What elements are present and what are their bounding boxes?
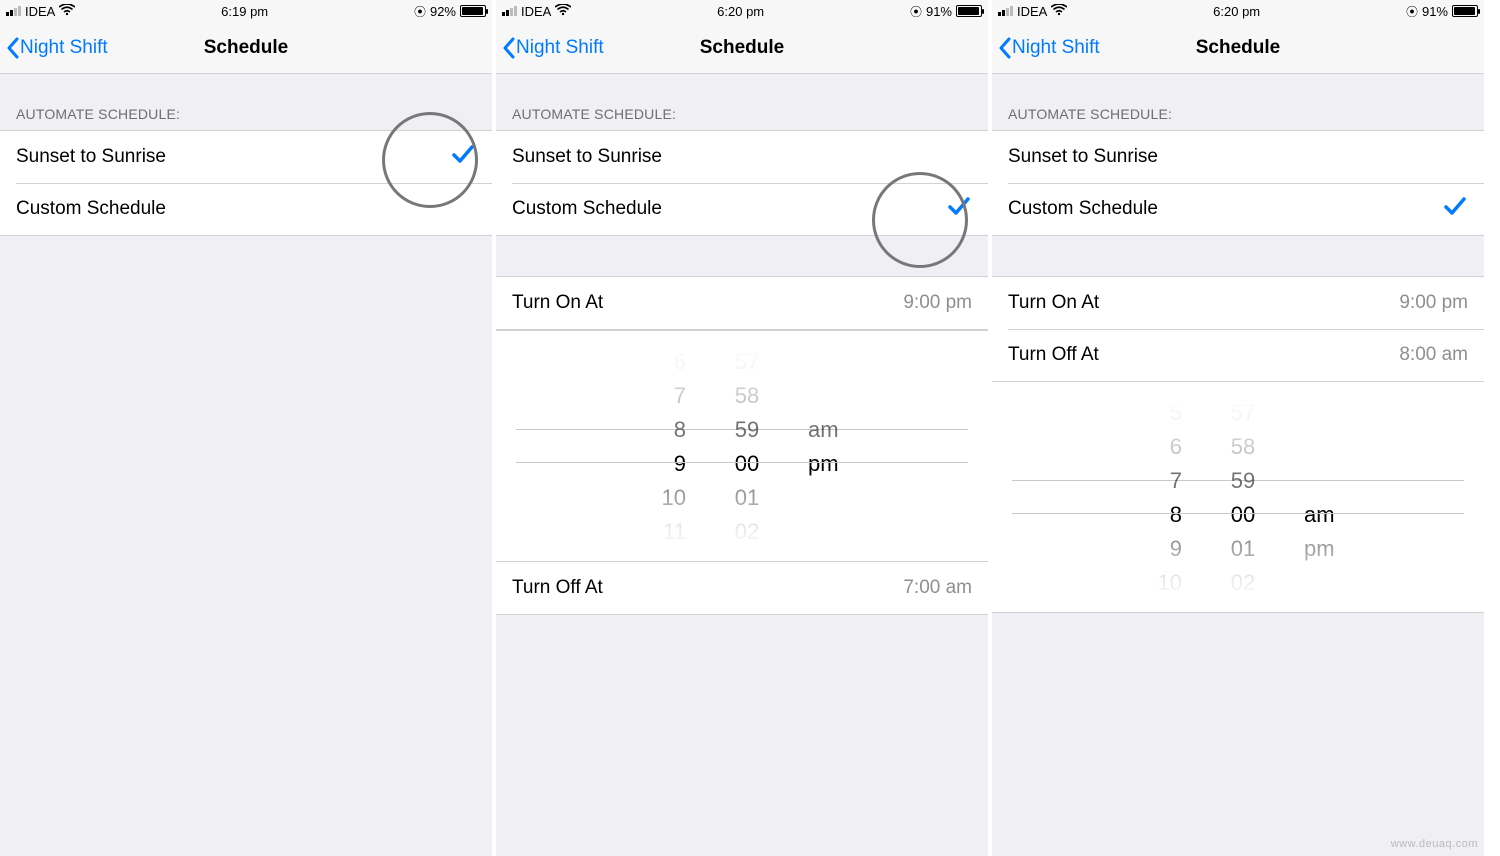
alarm-icon: ⦿ <box>1406 3 1418 20</box>
row-label: Turn On At <box>1008 292 1099 314</box>
carrier-label: IDEA <box>1017 4 1047 19</box>
turn-off-at-row[interactable]: Turn Off At 8:00 am <box>992 329 1484 381</box>
watermark: www.deuaq.com <box>1391 838 1478 850</box>
option-label: Sunset to Sunrise <box>16 146 166 168</box>
option-label: Custom Schedule <box>1008 198 1158 220</box>
section-header: AUTOMATE SCHEDULE: <box>0 74 492 130</box>
status-time: 6:19 pm <box>221 4 268 19</box>
battery-pct: 91% <box>1422 4 1448 19</box>
content: AUTOMATE SCHEDULE: Sunset to Sunrise Cus… <box>992 74 1484 856</box>
status-bar: IDEA 6:20 pm ⦿ 91% <box>992 0 1484 22</box>
row-label: Turn Off At <box>1008 344 1099 366</box>
schedule-options-list: Sunset to Sunrise Custom Schedule <box>0 130 492 236</box>
time-picker[interactable]: 6 7 8 9 10 11 12 57 58 59 00 01 02 <box>496 330 988 562</box>
option-sunset-to-sunrise[interactable]: Sunset to Sunrise <box>992 131 1484 183</box>
back-label: Night Shift <box>20 37 108 59</box>
time-picker[interactable]: 5 6 7 8 9 10 11 57 58 59 00 01 02 <box>992 382 1484 613</box>
turn-off-at-row[interactable]: Turn Off At 7:00 am <box>496 562 988 614</box>
chevron-left-icon <box>6 37 20 59</box>
option-custom-schedule[interactable]: Custom Schedule <box>992 183 1484 235</box>
option-sunset-to-sunrise[interactable]: Sunset to Sunrise <box>496 131 988 183</box>
chevron-left-icon <box>998 37 1012 59</box>
wifi-icon <box>59 4 75 19</box>
option-label: Custom Schedule <box>512 198 662 220</box>
option-custom-schedule[interactable]: Custom Schedule <box>0 183 492 235</box>
option-label: Sunset to Sunrise <box>512 146 662 168</box>
wifi-icon <box>555 4 571 19</box>
battery-icon <box>460 5 486 17</box>
status-bar: IDEA 6:19 pm ⦿ 92% <box>0 0 492 22</box>
checkmark-icon <box>946 193 972 225</box>
battery-pct: 92% <box>430 4 456 19</box>
signal-icon <box>998 6 1013 16</box>
signal-icon <box>502 6 517 16</box>
back-label: Night Shift <box>1012 37 1100 59</box>
screen-1: IDEA 6:19 pm ⦿ 92% Night Shift Schedule … <box>0 0 496 856</box>
content: AUTOMATE SCHEDULE: Sunset to Sunrise Cus… <box>496 74 988 856</box>
turn-on-at-row[interactable]: Turn On At 9:00 pm <box>992 277 1484 329</box>
option-custom-schedule[interactable]: Custom Schedule <box>496 183 988 235</box>
nav-bar: Night Shift Schedule <box>496 22 988 74</box>
section-header: AUTOMATE SCHEDULE: <box>496 74 988 130</box>
carrier-label: IDEA <box>521 4 551 19</box>
schedule-options-list: Sunset to Sunrise Custom Schedule <box>496 130 988 236</box>
nav-bar: Night Shift Schedule <box>992 22 1484 74</box>
carrier-label: IDEA <box>25 4 55 19</box>
signal-icon <box>6 6 21 16</box>
turn-on-group: Turn On At 9:00 pm <box>496 276 988 330</box>
screen-2: IDEA 6:20 pm ⦿ 91% Night Shift Schedule … <box>496 0 992 856</box>
row-value: 9:00 pm <box>1399 292 1468 314</box>
wifi-icon <box>1051 4 1067 19</box>
checkmark-icon <box>450 141 476 173</box>
time-rows-group: Turn On At 9:00 pm Turn Off At 8:00 am <box>992 276 1484 382</box>
row-label: Turn Off At <box>512 577 603 599</box>
alarm-icon: ⦿ <box>910 3 922 20</box>
row-value: 9:00 pm <box>903 292 972 314</box>
status-time: 6:20 pm <box>1213 4 1260 19</box>
checkmark-icon <box>1442 193 1468 225</box>
battery-pct: 91% <box>926 4 952 19</box>
option-sunset-to-sunrise[interactable]: Sunset to Sunrise <box>0 131 492 183</box>
option-label: Sunset to Sunrise <box>1008 146 1158 168</box>
turn-off-group: Turn Off At 7:00 am <box>496 562 988 615</box>
battery-icon <box>956 5 982 17</box>
row-value: 7:00 am <box>903 577 972 599</box>
battery-icon <box>1452 5 1478 17</box>
row-value: 8:00 am <box>1399 344 1468 366</box>
alarm-icon: ⦿ <box>414 3 426 20</box>
chevron-left-icon <box>502 37 516 59</box>
screen-3: IDEA 6:20 pm ⦿ 91% Night Shift Schedule … <box>992 0 1488 856</box>
status-time: 6:20 pm <box>717 4 764 19</box>
back-button[interactable]: Night Shift <box>0 37 108 59</box>
turn-on-at-row[interactable]: Turn On At 9:00 pm <box>496 277 988 329</box>
back-button[interactable]: Night Shift <box>496 37 604 59</box>
section-header: AUTOMATE SCHEDULE: <box>992 74 1484 130</box>
content: AUTOMATE SCHEDULE: Sunset to Sunrise Cus… <box>0 74 492 856</box>
schedule-options-list: Sunset to Sunrise Custom Schedule <box>992 130 1484 236</box>
status-bar: IDEA 6:20 pm ⦿ 91% <box>496 0 988 22</box>
nav-bar: Night Shift Schedule <box>0 22 492 74</box>
option-label: Custom Schedule <box>16 198 166 220</box>
row-label: Turn On At <box>512 292 603 314</box>
back-label: Night Shift <box>516 37 604 59</box>
back-button[interactable]: Night Shift <box>992 37 1100 59</box>
